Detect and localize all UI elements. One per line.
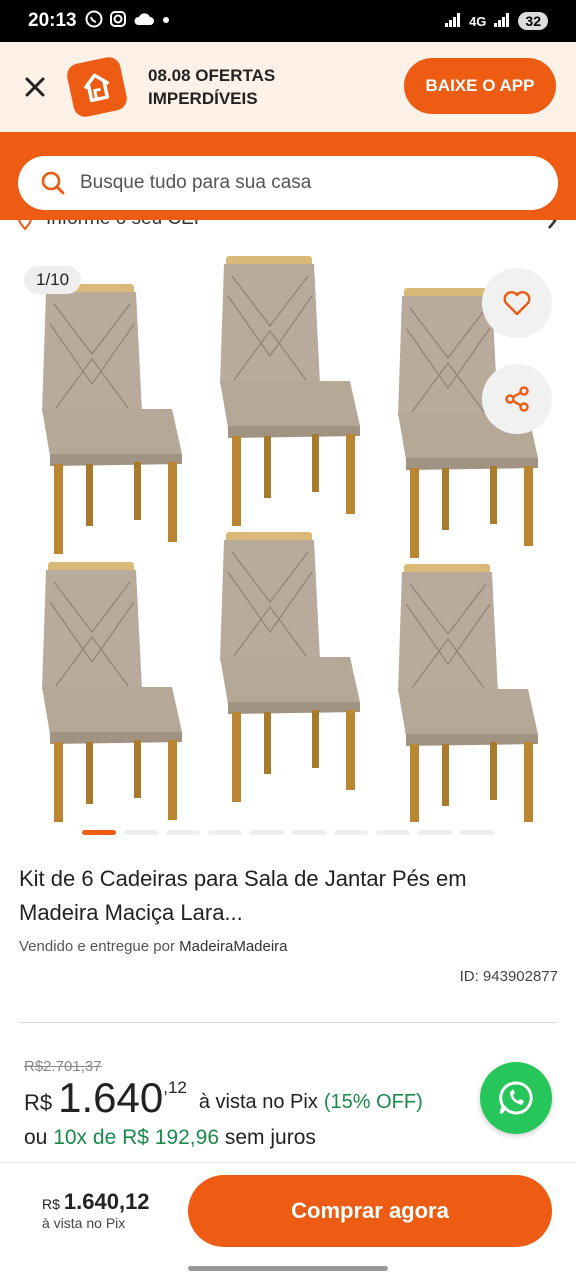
- buy-now-button[interactable]: Comprar agora: [188, 1175, 552, 1247]
- price-row: R$ 1.640 ,12 à vista no Pix (15% OFF): [24, 1074, 423, 1122]
- seller-info: Vendido e entregue por MadeiraMadeira: [19, 938, 288, 955]
- carousel-dot[interactable]: [82, 830, 116, 835]
- madeiramadeira-logo: [64, 54, 130, 120]
- carousel-dot[interactable]: [334, 830, 368, 835]
- carousel-dot[interactable]: [292, 830, 326, 835]
- carousel-dot[interactable]: [460, 830, 494, 835]
- promo-line-1: 08.08 OFERTAS: [148, 66, 276, 85]
- cloud-icon: [133, 11, 155, 32]
- installments-info: ou 10x de R$ 192,96 sem juros: [24, 1126, 316, 1150]
- close-banner-button[interactable]: [20, 72, 50, 102]
- status-bar: 20:13 4G 32: [0, 0, 576, 42]
- close-icon: [25, 77, 45, 97]
- installments-prefix: ou: [24, 1126, 48, 1149]
- bottom-price-value: 1.640,12: [63, 1189, 150, 1214]
- status-right: 4G 32: [445, 12, 548, 30]
- carousel-dot[interactable]: [418, 830, 452, 835]
- carousel-dot[interactable]: [250, 830, 284, 835]
- promo-line-2: IMPERDÍVEIS: [148, 89, 258, 108]
- bottom-purchase-bar: R$ 1.640,12 à vista no Pix Comprar agora: [0, 1162, 576, 1258]
- image-counter: 1/10: [24, 266, 82, 294]
- status-notification-icons: [85, 10, 171, 33]
- network-type: 4G: [469, 13, 487, 29]
- share-button[interactable]: [482, 364, 552, 434]
- share-icon: [505, 386, 529, 412]
- app-promo-banner: 08.08 OFERTAS IMPERDÍVEIS BAIXE O APP: [0, 42, 576, 132]
- carousel-dot[interactable]: [166, 830, 200, 835]
- installments-suffix: sem juros: [224, 1126, 316, 1149]
- chevron-right-icon: [548, 220, 557, 229]
- house-logo-icon: [83, 73, 110, 103]
- bottom-price-currency: R$: [42, 1196, 60, 1212]
- bottom-price: R$ 1.640,12: [42, 1189, 150, 1215]
- download-app-button[interactable]: BAIXE O APP: [404, 58, 556, 114]
- instagram-icon: [109, 10, 127, 33]
- promo-headline: 08.08 OFERTAS IMPERDÍVEIS: [148, 64, 318, 110]
- search-icon: [41, 171, 65, 195]
- dot-icon: [161, 12, 171, 30]
- carousel-dot[interactable]: [208, 830, 242, 835]
- old-price: R$2.701,37: [24, 1058, 102, 1075]
- heart-icon: [503, 291, 531, 316]
- carousel-dot[interactable]: [376, 830, 410, 835]
- bottom-price-subtitle: à vista no Pix: [42, 1215, 126, 1231]
- signal-icon: [494, 12, 510, 30]
- carousel-pagination[interactable]: [82, 830, 494, 835]
- divider: [18, 1022, 558, 1023]
- whatsapp-icon: [499, 1081, 533, 1115]
- pix-label: à vista no Pix: [198, 1091, 318, 1113]
- favorite-button[interactable]: [482, 268, 552, 338]
- location-pin-icon: [18, 220, 32, 230]
- search-placeholder: Busque tudo para sua casa: [80, 172, 312, 193]
- product-title: Kit de 6 Cadeiras para Sala de Jantar Pé…: [19, 866, 467, 925]
- seller-prefix: Vendido e entregue por: [19, 938, 175, 955]
- search-header: Busque tudo para sua casa: [0, 132, 576, 220]
- signal-icon: [445, 12, 461, 30]
- carousel-dot[interactable]: [124, 830, 158, 835]
- product-id: ID: 943902877: [459, 968, 558, 985]
- discount-label: (15% OFF): [323, 1091, 423, 1113]
- price-integer: 1.640: [58, 1074, 164, 1121]
- seller-name[interactable]: MadeiraMadeira: [179, 938, 287, 955]
- whatsapp-button[interactable]: [480, 1062, 552, 1134]
- whatsapp-icon: [85, 10, 103, 33]
- search-input[interactable]: Busque tudo para sua casa: [18, 156, 558, 210]
- battery-indicator: 32: [518, 12, 548, 30]
- installments-value: 10x de R$ 192,96: [53, 1126, 219, 1149]
- status-time: 20:13: [28, 10, 77, 31]
- cep-label: Informe o seu CEP: [46, 220, 207, 230]
- gesture-nav-handle[interactable]: [188, 1266, 388, 1271]
- product-image-gallery[interactable]: 1/10: [0, 232, 576, 822]
- cep-row[interactable]: Informe o seu CEP: [0, 220, 576, 232]
- price-cents: ,12: [163, 1078, 187, 1097]
- price-currency: R$: [24, 1090, 53, 1115]
